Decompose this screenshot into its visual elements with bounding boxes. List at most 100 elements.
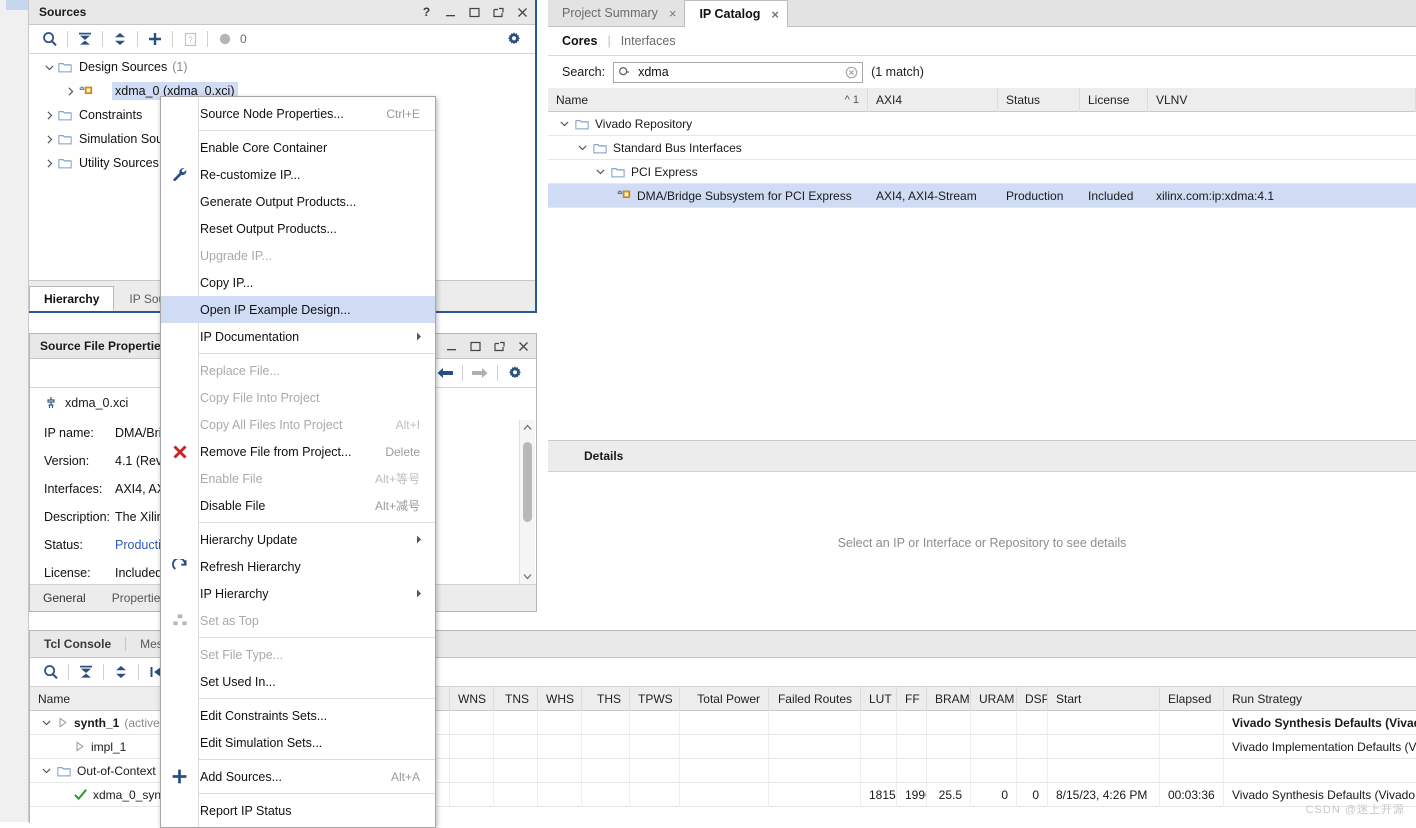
catalog-col-name[interactable]: Name ^ 1 xyxy=(548,87,868,112)
search-input-wrap[interactable] xyxy=(613,61,864,83)
runs-col-whs[interactable]: WHS xyxy=(538,686,582,711)
menu-item-re-customize-ip[interactable]: Re-customize IP... xyxy=(161,161,435,188)
minimize-icon[interactable] xyxy=(445,340,458,353)
scroll-thumb[interactable] xyxy=(523,442,532,522)
editor-tab-project-summary[interactable]: Project Summary × xyxy=(548,0,684,26)
catalog-row[interactable]: Vivado Repository xyxy=(548,112,1416,136)
runs-col-ff[interactable]: FF xyxy=(897,686,927,711)
editor-tab-ip-catalog[interactable]: IP Catalog × xyxy=(684,0,788,27)
menu-item-edit-constraints-sets[interactable]: Edit Constraints Sets... xyxy=(161,702,435,729)
chevron-down-icon[interactable] xyxy=(574,140,590,156)
catalog-table-body[interactable]: Vivado Repository Standard Bus Interfaces… xyxy=(548,112,1416,208)
properties-tab-general[interactable]: General xyxy=(30,591,99,605)
runs-col-dsp[interactable]: DSP xyxy=(1017,686,1048,711)
menu-item-source-node-properties[interactable]: Source Node Properties... Ctrl+E xyxy=(161,100,435,127)
menu-item-refresh-hierarchy[interactable]: Refresh Hierarchy xyxy=(161,553,435,580)
expand-all-icon[interactable] xyxy=(108,660,134,684)
menu-item-report-ip-status[interactable]: Report IP Status xyxy=(161,797,435,824)
catalog-row-name: Vivado Repository xyxy=(595,116,693,131)
runs-col-failed-routes[interactable]: Failed Routes xyxy=(769,686,861,711)
runs-col-bram[interactable]: BRAM xyxy=(927,686,971,711)
expand-all-icon[interactable] xyxy=(107,27,133,51)
menu-item-ip-documentation[interactable]: IP Documentation xyxy=(161,323,435,350)
maximize-icon[interactable] xyxy=(468,6,481,19)
collapse-all-icon[interactable] xyxy=(72,27,98,51)
close-tab-icon[interactable]: × xyxy=(669,6,677,21)
catalog-row[interactable]: Standard Bus Interfaces xyxy=(548,136,1416,160)
runs-cell-uram: 0 xyxy=(971,782,1017,807)
menu-item-copy-ip[interactable]: Copy IP... xyxy=(161,269,435,296)
runs-col-tns[interactable]: TNS xyxy=(494,686,538,711)
runs-col-run-strategy[interactable]: Run Strategy xyxy=(1224,687,1416,711)
runs-col-uram[interactable]: URAM xyxy=(971,686,1017,711)
catalog-col-license[interactable]: License xyxy=(1080,87,1148,112)
chevron-down-icon[interactable] xyxy=(38,715,54,731)
catalog-subtab-interfaces[interactable]: Interfaces xyxy=(621,34,676,48)
help-icon[interactable]: ? xyxy=(420,5,433,19)
maximize-icon[interactable] xyxy=(469,340,482,353)
add-sources-icon[interactable] xyxy=(142,27,168,51)
runs-cell-dsp xyxy=(1017,734,1048,759)
catalog-subtab-cores[interactable]: Cores xyxy=(562,34,597,48)
menu-item-reset-output-products[interactable]: Reset Output Products... xyxy=(161,215,435,242)
catalog-row[interactable]: DMA/Bridge Subsystem for PCI Express AXI4… xyxy=(548,184,1416,208)
menu-item-open-ip-example-design[interactable]: Open IP Example Design... xyxy=(161,296,435,323)
bottom-tab-tcl-console[interactable]: Tcl Console xyxy=(30,631,125,657)
runs-col-lut[interactable]: LUT xyxy=(861,686,897,711)
menu-item-set-used-in[interactable]: Set Used In... xyxy=(161,668,435,695)
runs-col-tpws[interactable]: TPWS xyxy=(630,686,680,711)
settings-gear-icon[interactable] xyxy=(502,361,528,385)
scroll-down-icon[interactable] xyxy=(520,569,535,584)
clear-search-icon[interactable] xyxy=(845,66,858,79)
menu-item-enable-core-container[interactable]: Enable Core Container xyxy=(161,134,435,161)
menu-item-ip-hierarchy[interactable]: IP Hierarchy xyxy=(161,580,435,607)
runs-col-start[interactable]: Start xyxy=(1048,686,1160,711)
menu-item-hierarchy-update[interactable]: Hierarchy Update xyxy=(161,526,435,553)
catalog-col-axi4[interactable]: AXI4 xyxy=(868,87,998,112)
search-input[interactable] xyxy=(636,64,841,80)
menu-item-edit-simulation-sets[interactable]: Edit Simulation Sets... xyxy=(161,729,435,756)
sources-tree-row[interactable]: Design Sources (1) xyxy=(29,55,535,79)
runs-col-ths[interactable]: THS xyxy=(582,686,630,711)
settings-gear-icon[interactable] xyxy=(501,27,527,51)
menu-item-disable-file[interactable]: Disable File Alt+减号 xyxy=(161,492,435,519)
catalog-row[interactable]: PCI Express xyxy=(548,160,1416,184)
chevron-down-icon[interactable] xyxy=(41,59,57,75)
chevron-right-icon[interactable] xyxy=(41,107,57,123)
folder-icon xyxy=(57,107,74,123)
menu-item-label: Refresh Hierarchy xyxy=(200,559,301,574)
menu-item-remove-file-from-project[interactable]: Remove File from Project... Delete xyxy=(161,438,435,465)
close-tab-icon[interactable]: × xyxy=(771,7,779,22)
collapse-all-icon[interactable] xyxy=(73,660,99,684)
chevron-down-icon[interactable] xyxy=(592,164,608,180)
chevron-right-icon[interactable] xyxy=(41,155,57,171)
close-icon[interactable] xyxy=(516,6,529,19)
properties-scrollbar[interactable] xyxy=(519,420,535,584)
float-icon[interactable] xyxy=(492,6,505,19)
float-icon[interactable] xyxy=(493,340,506,353)
menu-item-upgrade-ip: Upgrade IP... xyxy=(161,242,435,269)
search-icon[interactable] xyxy=(37,27,63,51)
menu-item-label: Disable File xyxy=(200,498,266,513)
runs-col-wns[interactable]: WNS xyxy=(450,686,494,711)
search-icon[interactable] xyxy=(38,660,64,684)
runs-col-elapsed[interactable]: Elapsed xyxy=(1160,686,1224,711)
scroll-up-icon[interactable] xyxy=(520,420,535,435)
minimize-icon[interactable] xyxy=(444,6,457,19)
runs-col-total-power[interactable]: Total Power xyxy=(680,686,769,711)
catalog-cell-axi4 xyxy=(868,160,998,184)
menu-item-add-sources[interactable]: Add Sources... Alt+A xyxy=(161,763,435,790)
menu-item-copy-all-files-into-project: Copy All Files Into Project Alt+I xyxy=(161,411,435,438)
submenu-arrow-icon xyxy=(416,589,422,598)
chevron-down-icon[interactable] xyxy=(556,116,572,132)
context-menu[interactable]: Source Node Properties... Ctrl+E Enable Co… xyxy=(160,96,436,828)
catalog-col-status[interactable]: Status xyxy=(998,87,1080,112)
sources-tree-label: Utility Sources xyxy=(79,156,159,170)
chevron-down-icon[interactable] xyxy=(38,763,54,779)
sources-tab-hierarchy[interactable]: Hierarchy xyxy=(29,286,115,311)
chevron-right-icon[interactable] xyxy=(41,131,57,147)
menu-item-generate-output-products[interactable]: Generate Output Products... xyxy=(161,188,435,215)
close-icon[interactable] xyxy=(517,340,530,353)
catalog-col-vlnv[interactable]: VLNV xyxy=(1148,87,1416,112)
chevron-right-icon[interactable] xyxy=(62,83,78,99)
